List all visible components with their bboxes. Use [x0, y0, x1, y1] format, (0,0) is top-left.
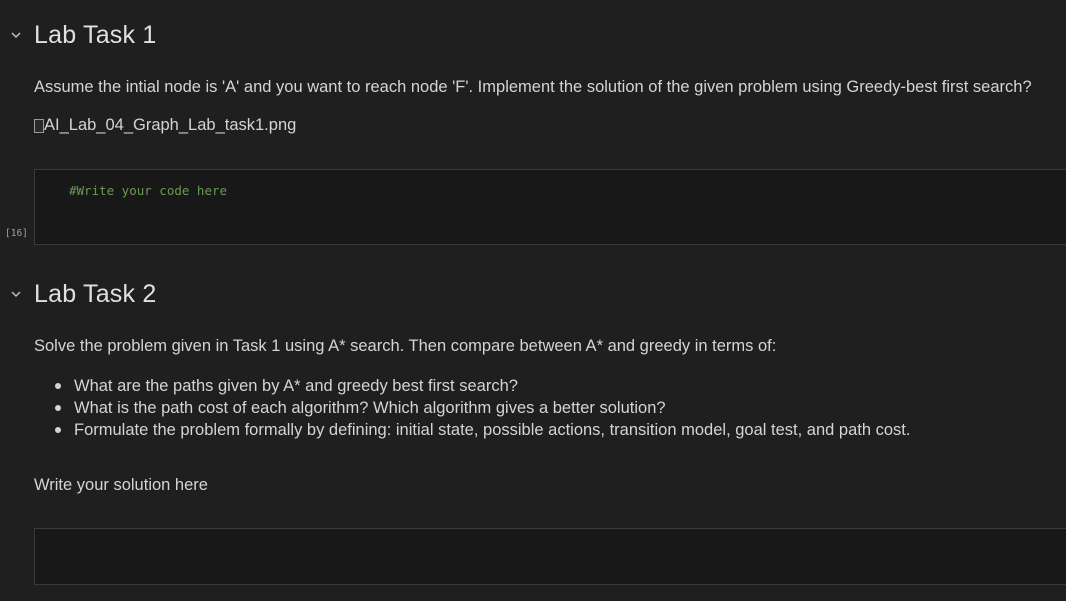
empty-cell[interactable] — [34, 528, 1066, 585]
list-item: Formulate the problem formally by defini… — [54, 421, 911, 439]
solution-prompt: Write your solution here — [34, 476, 208, 494]
code-comment[interactable]: #Write your code here — [69, 183, 227, 198]
task1-image-alt: AI_Lab_04_Graph_Lab_task1.png — [44, 116, 297, 134]
list-item: What is the path cost of each algorithm?… — [54, 397, 910, 419]
code-cell[interactable]: #Write your code here — [34, 169, 1066, 245]
chevron-down-icon[interactable] — [9, 28, 23, 42]
broken-image-icon — [34, 118, 44, 133]
execution-count: [16] — [5, 228, 28, 239]
chevron-down-icon[interactable] — [9, 287, 23, 301]
task2-heading: Lab Task 2 — [34, 280, 157, 308]
task2-bullet-list: What are the paths given by A* and greed… — [34, 375, 910, 441]
task2-description: Solve the problem given in Task 1 using … — [34, 337, 777, 355]
notebook: Lab Task 1 Assume the intial node is 'A'… — [0, 0, 1066, 601]
list-item: What are the paths given by A* and greed… — [54, 375, 910, 397]
task1-heading: Lab Task 1 — [34, 21, 157, 49]
task1-description: Assume the intial node is 'A' and you wa… — [34, 78, 1032, 96]
task1-image: AI_Lab_04_Graph_Lab_task1.png — [34, 116, 296, 135]
